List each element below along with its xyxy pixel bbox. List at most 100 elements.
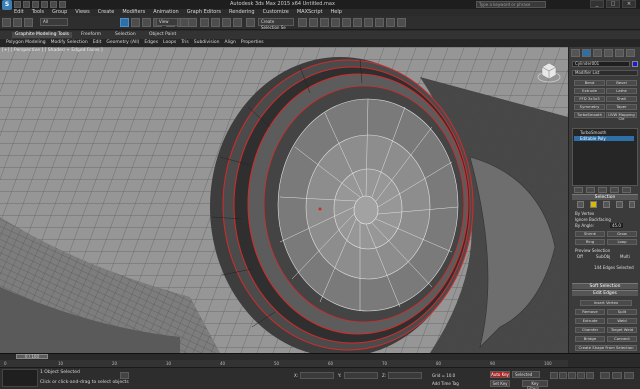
menu-modifiers[interactable]: Modifiers <box>122 9 145 16</box>
object-name-field[interactable]: Cylinder001 <box>572 61 630 67</box>
ignore-backfacing-checkbox[interactable]: Ignore Backfacing <box>575 217 611 222</box>
graphite-toggle-icon[interactable] <box>331 18 340 27</box>
ribbon-modify-selection[interactable]: Modify Selection <box>51 39 88 47</box>
close-button[interactable]: × <box>622 0 636 8</box>
insert-vertex-button[interactable]: Insert Vertex <box>580 300 632 306</box>
tab-selection[interactable]: Selection <box>112 32 139 38</box>
configure-modifier-sets-icon[interactable] <box>622 187 631 193</box>
layer-manager-icon[interactable] <box>320 18 329 27</box>
zoom-icon[interactable] <box>600 372 610 379</box>
create-tab-icon[interactable] <box>571 49 580 57</box>
viewport-label[interactable]: [+] [ Perspective ] [ Shaded + Edged Fac… <box>2 48 103 53</box>
track-bar[interactable] <box>0 360 568 367</box>
remove-button[interactable]: Remove <box>575 309 605 315</box>
undo-icon[interactable] <box>41 1 48 8</box>
rectangular-selection-icon[interactable] <box>142 18 151 27</box>
preview-off-radio[interactable]: Off <box>577 254 583 259</box>
y-coordinate-field[interactable] <box>344 372 378 379</box>
motion-tab-icon[interactable] <box>604 49 613 57</box>
utilities-tab-icon[interactable] <box>626 49 635 57</box>
bend-button[interactable]: Bend <box>574 80 605 86</box>
perspective-viewport[interactable] <box>0 47 568 353</box>
menu-customize[interactable]: Customize <box>263 9 289 16</box>
ribbon-tris[interactable]: Tris <box>181 39 189 47</box>
symmetry-button[interactable]: Symmetry <box>574 104 605 110</box>
remove-modifier-icon[interactable] <box>610 187 619 193</box>
z-coordinate-field[interactable] <box>388 372 422 379</box>
align-icon[interactable] <box>309 18 318 27</box>
create-shape-button[interactable]: Create Shape From Selection <box>575 345 637 351</box>
grow-button[interactable]: Grow <box>607 231 637 237</box>
open-file-icon[interactable] <box>23 1 30 8</box>
orbit-icon[interactable] <box>624 372 634 379</box>
link-icon[interactable] <box>24 18 33 27</box>
go-to-end-icon[interactable] <box>586 372 594 379</box>
shell-button[interactable]: Shell <box>606 96 637 102</box>
reference-coordinate-select[interactable]: View <box>156 18 178 26</box>
ribbon-polygon-modeling[interactable]: Polygon Modeling <box>6 39 46 47</box>
pin-stack-icon[interactable] <box>574 187 583 193</box>
project-folder-icon[interactable] <box>59 1 66 8</box>
menu-rendering[interactable]: Rendering <box>229 9 255 16</box>
named-selection-set-select[interactable]: Create Selection Se <box>258 18 294 30</box>
split-button[interactable]: Split <box>607 309 637 315</box>
bevel-button[interactable]: Bevel <box>606 80 637 86</box>
make-unique-icon[interactable] <box>598 187 607 193</box>
stack-item-editable-poly[interactable]: Editable Poly <box>574 136 634 141</box>
menu-edit[interactable]: Edit <box>14 9 24 16</box>
render-setup-icon[interactable] <box>375 18 384 27</box>
snap-toggle-icon[interactable] <box>200 18 209 27</box>
show-end-result-icon[interactable] <box>586 187 595 193</box>
lock-selection-icon[interactable] <box>120 372 129 379</box>
ribbon-subdivision[interactable]: Subdivision <box>194 39 220 47</box>
ribbon-geometry-all[interactable]: Geometry (All) <box>106 39 139 47</box>
mirror-icon[interactable] <box>298 18 307 27</box>
auto-key-button[interactable]: Auto Key <box>490 371 510 378</box>
menu-create[interactable]: Create <box>98 9 115 16</box>
time-slider[interactable]: 0 / 100 <box>16 354 48 359</box>
modifier-list-dropdown[interactable]: Modifier List <box>572 70 638 76</box>
selection-rollout[interactable]: Selection <box>572 194 638 200</box>
stack-item-turbosmooth[interactable]: TurboSmooth <box>574 130 634 135</box>
undo-icon[interactable] <box>2 18 11 27</box>
add-time-tag-button[interactable]: Add Time Tag <box>432 381 459 386</box>
minimize-button[interactable]: _ <box>590 0 604 8</box>
previous-frame-icon[interactable] <box>559 372 567 379</box>
save-file-icon[interactable] <box>32 1 39 8</box>
tab-freeform[interactable]: Freeform <box>78 32 104 38</box>
key-set-select[interactable]: Selected <box>512 371 540 378</box>
border-mode-icon[interactable] <box>603 201 610 208</box>
set-key-button[interactable]: Set Key <box>490 380 510 387</box>
pivot-center-icon[interactable] <box>180 18 189 27</box>
maxscript-listener[interactable] <box>2 369 38 387</box>
ribbon-align[interactable]: Align <box>225 39 236 47</box>
soft-selection-rollout[interactable]: Soft Selection <box>572 283 638 289</box>
next-frame-icon[interactable] <box>577 372 585 379</box>
taper-button[interactable]: Taper <box>606 104 637 110</box>
shrink-button[interactable]: Shrink <box>575 231 605 237</box>
chamfer-button[interactable]: Chamfer <box>575 327 605 333</box>
rendered-frame-window-icon[interactable] <box>386 18 395 27</box>
x-coordinate-field[interactable] <box>300 372 334 379</box>
spinner-snap-icon[interactable] <box>233 18 242 27</box>
extrude-modifier-button[interactable]: Extrude <box>574 88 605 94</box>
percent-snap-icon[interactable] <box>222 18 231 27</box>
display-tab-icon[interactable] <box>615 49 624 57</box>
search-input[interactable]: Type a keyword or phrase <box>476 1 546 8</box>
menu-maxscript[interactable]: MAXScript <box>297 9 323 16</box>
ffd-button[interactable]: FFD 3x3x3 <box>574 96 605 102</box>
ribbon-edges[interactable]: Edges <box>144 39 158 47</box>
edge-mode-icon[interactable] <box>590 201 597 208</box>
scale-icon[interactable] <box>188 18 197 27</box>
redo-icon[interactable] <box>50 1 57 8</box>
edit-named-selection-icon[interactable] <box>246 18 255 27</box>
preview-multi-radio[interactable]: Multi <box>620 254 630 259</box>
material-editor-icon[interactable] <box>364 18 373 27</box>
tab-graphite-modeling-tools[interactable]: Graphite Modeling Tools <box>12 32 73 38</box>
maximize-button[interactable]: □ <box>606 0 620 8</box>
loop-button[interactable]: Loop <box>607 239 637 245</box>
by-angle-checkbox[interactable]: By Angle: <box>575 223 594 228</box>
extrude-button[interactable]: Extrude <box>575 318 605 324</box>
by-vertex-checkbox[interactable]: By Vertex <box>575 211 594 216</box>
select-object-icon[interactable] <box>120 18 129 27</box>
